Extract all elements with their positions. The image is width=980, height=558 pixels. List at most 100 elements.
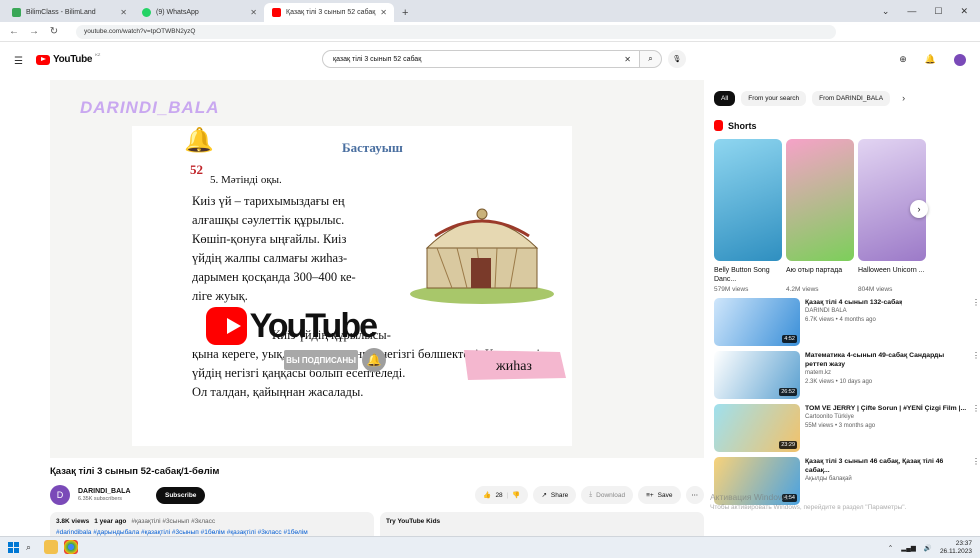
channel-avatar[interactable]: D <box>50 485 70 505</box>
more-icon[interactable]: ⋮ <box>972 404 980 452</box>
chip-all[interactable]: All <box>714 90 736 106</box>
minimize-icon[interactable]: — <box>907 6 916 16</box>
window-close-icon[interactable]: ✕ <box>960 6 968 17</box>
related-video-channel: DARINDI BALA <box>805 308 847 314</box>
windows-activation-text: Чтобы активировать Windows, перейдите в … <box>710 504 907 511</box>
more-icon[interactable]: ⋮ <box>972 351 980 399</box>
textbook-page: 🔔 52 Бастауыш 5. Мәтінді оқы. Киіз үй – … <box>132 126 572 446</box>
chip-from-search[interactable]: From your search <box>741 90 807 106</box>
related-video[interactable]: 26:52 Математика 4-сынып 49-сабақ Сандар… <box>714 351 980 399</box>
related-video-title[interactable]: Қазақ тілі 4 сынып 132-сабақ <box>805 298 902 307</box>
file-explorer-icon[interactable] <box>44 540 58 554</box>
header-actions: ⊕ 🔔 <box>899 54 966 66</box>
youtube-header: ☰ YouTube KZ қазақ тілі 3 сынып 52 сабақ… <box>0 42 980 78</box>
reload-icon[interactable]: ↻ <box>48 26 60 37</box>
short-item[interactable]: Аю отыр партада 4.2M views <box>786 139 854 293</box>
browser-tab-youtube[interactable]: Қазақ тілі 3 сынып 52 сабақ ✕ <box>264 3 394 22</box>
chrome-icon[interactable] <box>64 540 78 554</box>
more-icon[interactable]: ⋮ <box>972 298 980 346</box>
system-tray: ⌃ ▂▄▆ 🔊 23:37 26.11.2023 <box>888 540 972 555</box>
dislike-icon[interactable]: 👎 <box>512 491 520 499</box>
like-button[interactable]: 👍 28 | 👎 <box>475 486 529 504</box>
back-icon[interactable]: ← <box>8 26 20 37</box>
description-hashtags[interactable]: #darindibala #дарындыбала #қазақтілі #3с… <box>56 529 368 536</box>
related-video[interactable]: 23:29 TOM VE JERRY | Çifte Sorun | #YENİ… <box>714 404 980 452</box>
youtube-play-icon <box>206 307 247 345</box>
browser-tab-whatsapp[interactable]: (9) WhatsApp ✕ <box>134 3 264 22</box>
voice-search-button[interactable]: 🎙 <box>668 50 686 68</box>
like-icon: 👍 <box>483 492 492 499</box>
subscriber-count: 6.35K subscribers <box>78 496 123 502</box>
search-value: қазақ тілі 3 сынып 52 сабақ <box>333 55 422 63</box>
clock[interactable]: 23:37 26.11.2023 <box>940 540 972 555</box>
video-duration: 4:52 <box>782 335 797 343</box>
video-info: TOM VE JERRY | Çifte Sorun | #YENİ Çizgi… <box>805 404 966 452</box>
short-item[interactable]: Belly Button Song Danc... 579M views <box>714 139 782 293</box>
menu-icon[interactable]: ☰ <box>14 56 23 67</box>
download-button[interactable]: ⤓ Download <box>581 486 634 504</box>
search-input[interactable]: қазақ тілі 3 сынып 52 сабақ ✕ <box>322 50 640 68</box>
close-icon[interactable]: ✕ <box>120 8 127 17</box>
related-video-title[interactable]: TOM VE JERRY | Çifte Sorun | #YENİ Çizgi… <box>805 404 966 413</box>
video-player[interactable]: DARINDI_BALA 🔔 52 Бастауыш 5. Мәтінді оқ… <box>50 80 704 458</box>
save-icon: ≡+ <box>646 491 654 499</box>
clear-icon[interactable]: ✕ <box>624 55 631 64</box>
account-avatar[interactable] <box>954 54 966 66</box>
related-video[interactable]: 4:52 Қазақ тілі 4 сынып 132-сабақ DARIND… <box>714 298 980 346</box>
related-sidebar: All From your search From DARINDI_BALA ›… <box>714 86 980 558</box>
search-icon[interactable]: ⌕ <box>26 542 31 553</box>
share-button[interactable]: ↗ Share <box>533 486 577 504</box>
close-icon[interactable]: ✕ <box>250 8 257 17</box>
promo-title: Try YouTube Kids <box>386 518 441 525</box>
short-thumbnail[interactable] <box>714 139 782 261</box>
more-icon[interactable]: ⋮ <box>972 457 980 505</box>
chip-from-channel[interactable]: From DARINDI_BALA <box>812 90 891 106</box>
network-icon[interactable]: ▂▄▆ <box>901 544 916 552</box>
chevron-right-icon[interactable]: › <box>910 200 928 218</box>
search-button[interactable]: ⌕ <box>640 50 662 68</box>
new-tab-button[interactable]: + <box>394 3 416 22</box>
video-actions: 👍 28 | 👎 ↗ Share ⤓ Download ≡+ Save ⋯ <box>475 486 704 504</box>
channel-name[interactable]: DARINDI_BALA <box>78 488 148 495</box>
url-bar[interactable]: youtube.com/watch?v=tpOTWBN2yzQ <box>76 24 836 39</box>
video-thumbnail[interactable]: 4:52 <box>714 298 800 346</box>
related-video-title[interactable]: Математика 4-сынып 49-сабақ Сандарды рет… <box>805 351 967 369</box>
more-actions-button[interactable]: ⋯ <box>685 486 704 504</box>
maximize-icon[interactable]: ☐ <box>934 6 942 17</box>
chevron-right-icon[interactable]: › <box>902 93 905 103</box>
short-views: 804M views <box>858 286 893 293</box>
forward-icon[interactable]: → <box>28 26 40 37</box>
share-icon: ↗ <box>541 492 547 499</box>
paragraph-line: алғашқы сәулеттік құрылыс. <box>192 213 345 227</box>
related-video-title[interactable]: Қазақ тілі 3 сынып 46 сабақ, Қазақ тілі … <box>805 457 967 475</box>
description-meta: 3.8K views 1 year ago #қазақтілі #3сынып… <box>56 518 368 525</box>
channel-watermark: DARINDI_BALA <box>80 98 220 117</box>
video-title: Қазақ тілі 3 сынып 52-сабақ/1-бөлім <box>50 466 220 477</box>
browser-tab-bilimclass[interactable]: BilimClass - BilimLand ✕ <box>4 3 134 22</box>
related-video-meta: 6.7K views • 4 months ago <box>805 317 876 323</box>
related-video-meta: 55M views • 3 months ago <box>805 423 876 429</box>
notifications-icon[interactable]: 🔔 <box>925 54 936 66</box>
subscribe-button[interactable]: Subscribe <box>156 486 206 504</box>
tab-search-icon[interactable]: ⌄ <box>882 6 890 17</box>
youtube-logo[interactable]: YouTube KZ <box>36 52 100 65</box>
youtube-logo-overlay: YouTube <box>206 306 378 346</box>
windows-start-icon[interactable] <box>8 542 19 553</box>
short-thumbnail[interactable] <box>786 139 854 261</box>
volume-icon[interactable]: 🔊 <box>924 544 932 552</box>
tab-title: BilimClass - BilimLand <box>26 9 96 16</box>
save-label: Save <box>657 491 673 499</box>
close-icon[interactable]: ✕ <box>380 8 387 17</box>
video-info: Қазақ тілі 4 сынып 132-сабақ DARINDI BAL… <box>805 298 902 346</box>
video-thumbnail[interactable]: 26:52 <box>714 351 800 399</box>
bell-icon: 🔔 <box>362 348 386 372</box>
subscribed-overlay: ВЫ ПОДПИСАНЫ <box>284 350 358 370</box>
bell-icon: 🔔 <box>184 127 214 154</box>
page-number: 52 <box>190 162 203 177</box>
page-heading: Бастауыш <box>342 140 403 155</box>
video-thumbnail[interactable]: 23:29 <box>714 404 800 452</box>
search-icon: ⌕ <box>648 54 653 63</box>
create-icon[interactable]: ⊕ <box>899 54 907 66</box>
save-button[interactable]: ≡+ Save <box>638 486 681 504</box>
chevron-up-icon[interactable]: ⌃ <box>888 544 893 552</box>
